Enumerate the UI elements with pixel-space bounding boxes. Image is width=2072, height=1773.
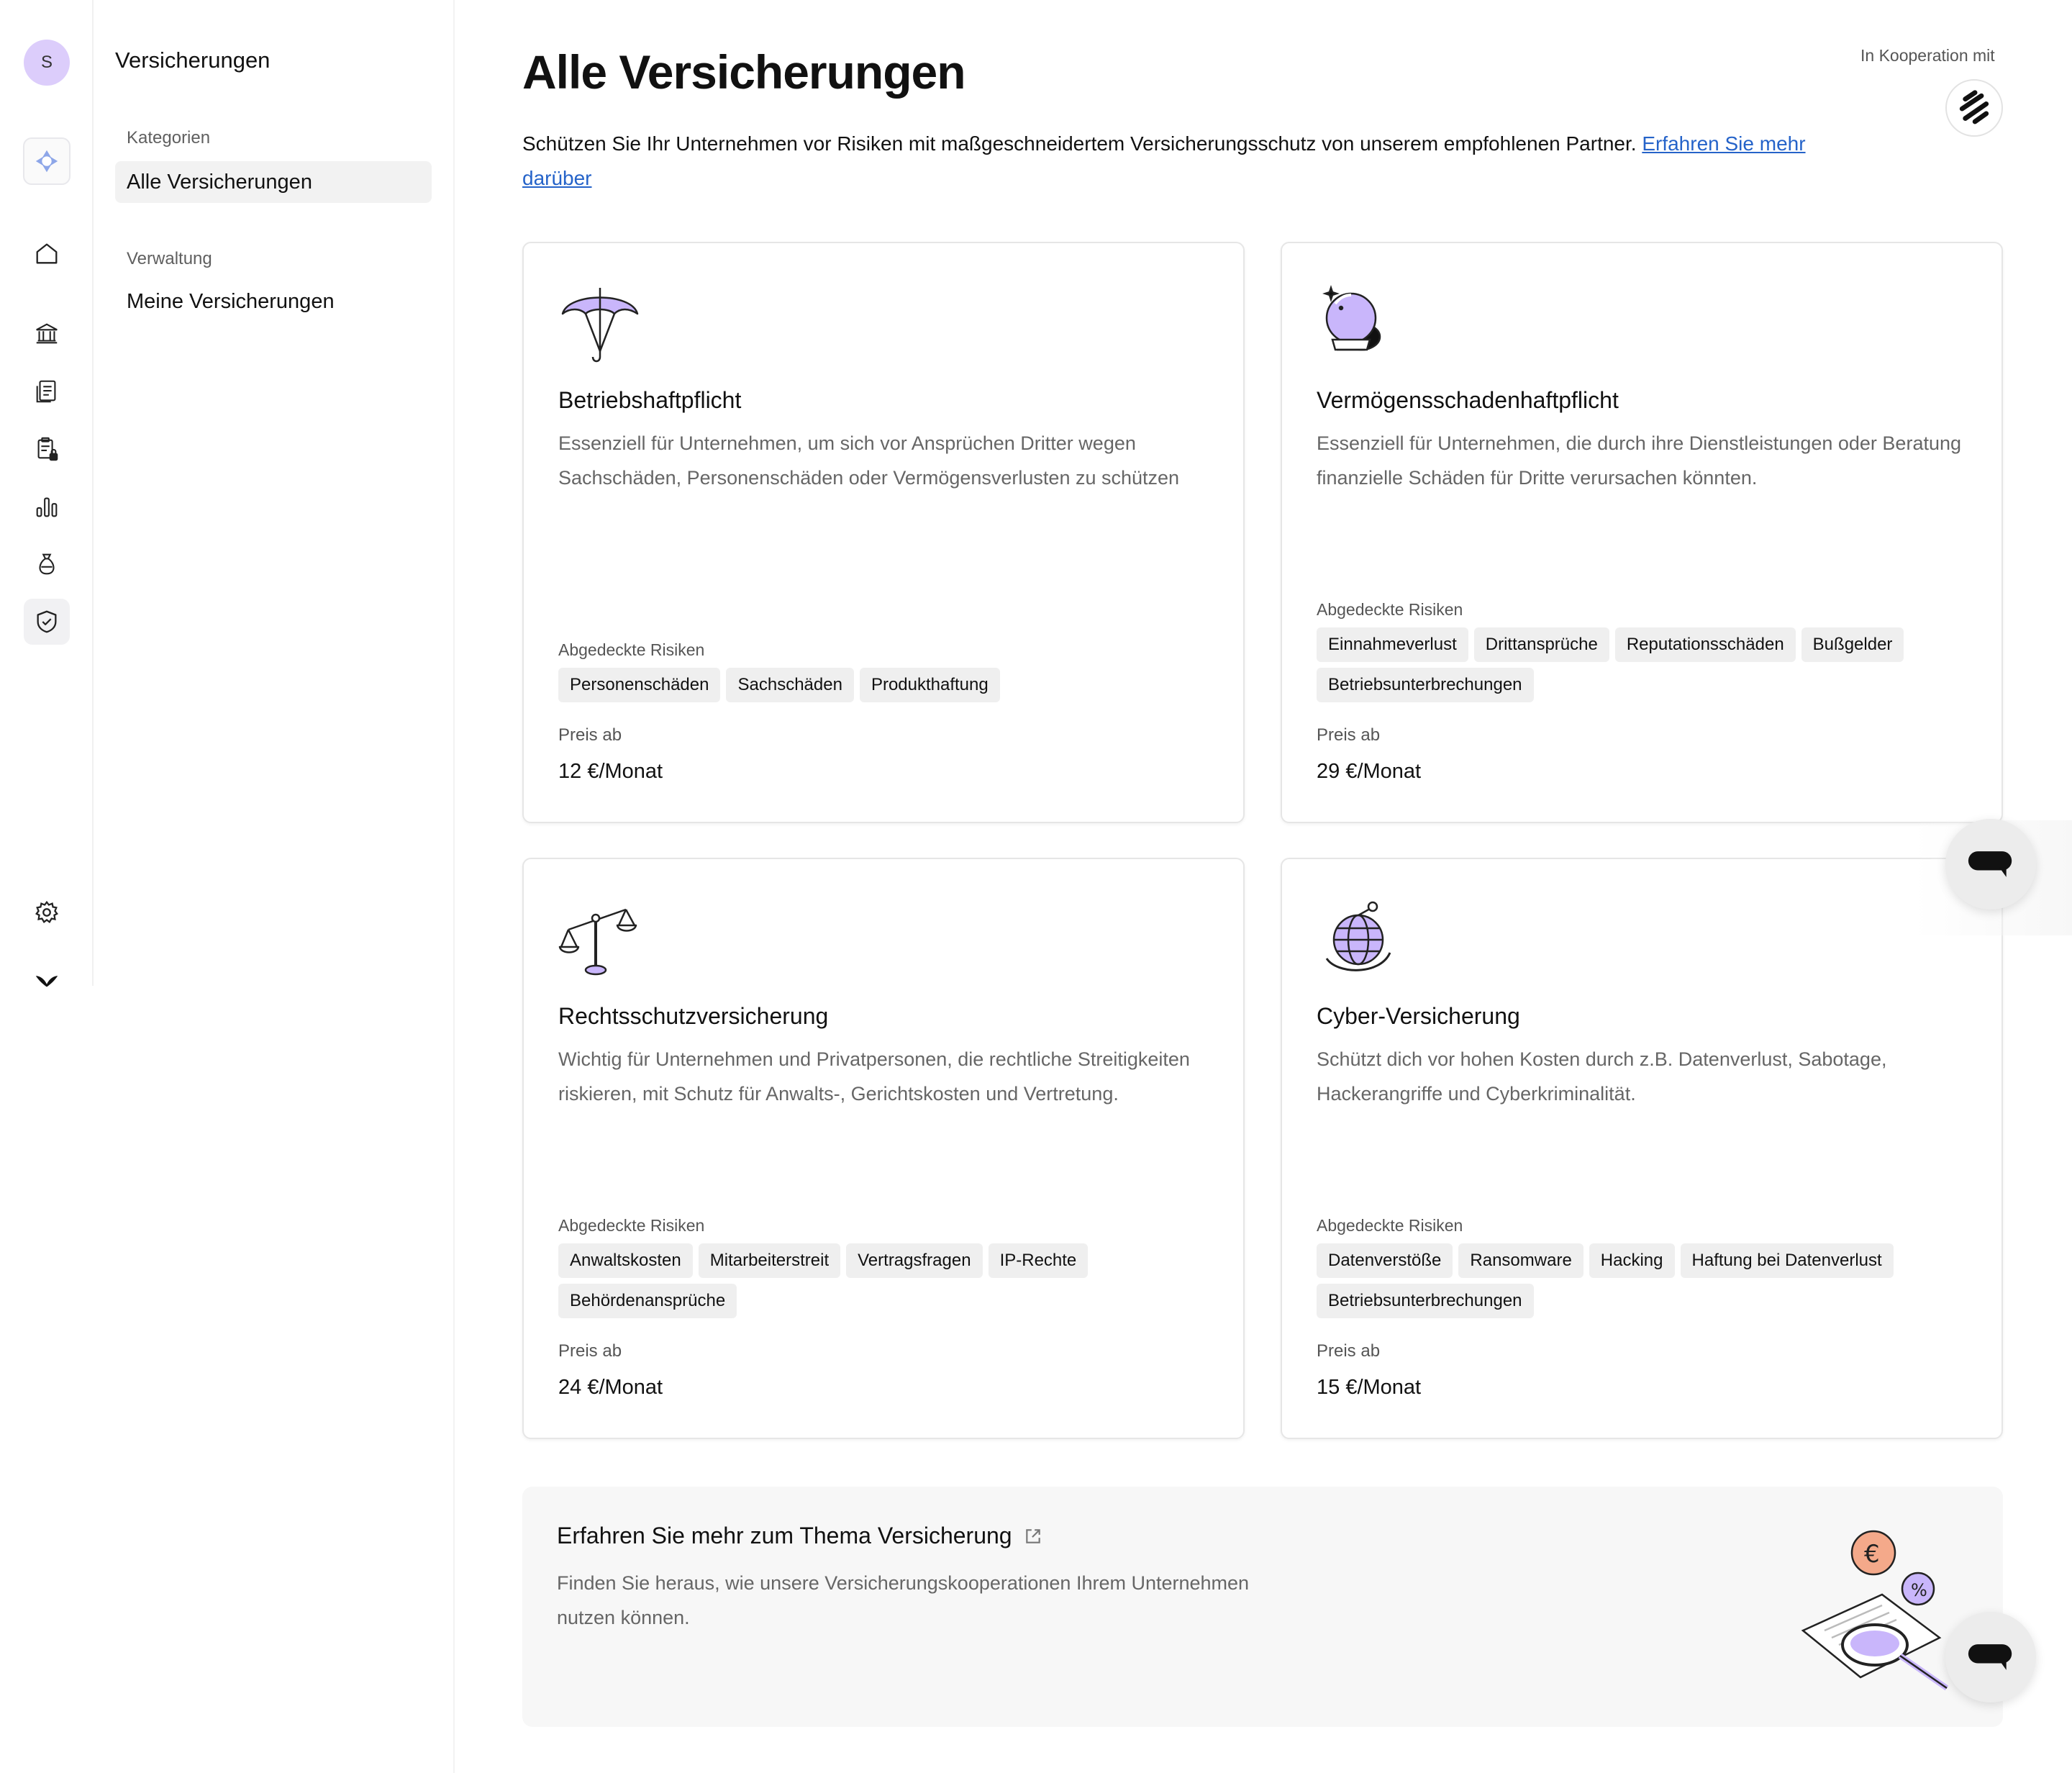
avatar[interactable]: S (24, 40, 70, 86)
risk-chip: Betriebsunterbrechungen (1317, 668, 1534, 702)
sidebar-section-verwaltung: Verwaltung (127, 249, 212, 268)
chat-button[interactable] (1945, 819, 2036, 910)
risk-chip: Produkthaftung (859, 668, 1000, 702)
icon-rail: S (0, 0, 94, 987)
price-value: 12 €/Monat (558, 760, 663, 783)
sidebar-item-meine-versicherungen[interactable]: Meine Versicherungen (115, 281, 432, 322)
home-icon[interactable] (24, 230, 70, 276)
chat-bubble-icon (1968, 1644, 2012, 1670)
bank-icon[interactable] (24, 311, 70, 357)
card-title: Betriebshaftpflicht (558, 387, 742, 413)
risk-chips: Datenverstöße Ransomware Hacking Haftung… (1317, 1243, 1964, 1318)
risk-chip: Behördenansprüche (558, 1284, 737, 1318)
card-description: Essenziell für Unternehmen, um sich vor … (558, 432, 1180, 489)
secondary-sidebar: Versicherungen Kategorien Alle Versicher… (95, 0, 455, 1773)
risk-chip: Haftung bei Datenverlust (1680, 1243, 1894, 1278)
scales-icon (557, 895, 643, 981)
risk-chip: Datenverstöße (1317, 1243, 1453, 1278)
risks-label: Abgedeckte Risiken (1317, 1216, 1463, 1235)
risk-chip: Mitarbeiterstreit (698, 1243, 841, 1278)
risk-chip: Vertragsfragen (846, 1243, 983, 1278)
sidebar-section-kategorien: Kategorien (127, 128, 211, 148)
learn-more-description: Finden Sie heraus, wie unsere Versicheru… (557, 1572, 1250, 1628)
price-value: 24 €/Monat (558, 1376, 663, 1399)
insurance-card-rechtsschutzversicherung[interactable]: Rechtsschutzversicherung Wichtig für Unt… (522, 858, 1245, 1439)
risks-label: Abgedeckte Risiken (558, 640, 705, 659)
risk-chip: Sachschäden (726, 668, 854, 702)
svg-text:%: % (1911, 1580, 1927, 1600)
cooperation-label: In Kooperation mit (1860, 46, 1995, 65)
price-value: 29 €/Monat (1317, 760, 1422, 783)
intro-text: Schützen Sie Ihr Unternehmen vor Risiken… (522, 132, 1806, 189)
risk-chip: Reputationsschäden (1614, 627, 1796, 662)
money-bag-icon[interactable] (24, 541, 70, 587)
insurance-card-betriebshaftpflicht[interactable]: Betriebshaftpflicht Essenziell für Unter… (522, 242, 1245, 823)
svg-text:€: € (1864, 1540, 1880, 1569)
card-title: Vermögensschadenhaftpflicht (1317, 387, 1619, 413)
page-title: Alle Versicherungen (522, 45, 966, 99)
brand-bird-icon (24, 957, 70, 1003)
card-title: Cyber-Versicherung (1317, 1003, 1520, 1029)
partner-logo-icon[interactable] (1945, 79, 2003, 137)
bar-chart-icon[interactable] (24, 484, 70, 530)
insurance-card-vermoegensschadenhaftpflicht[interactable]: Vermögensschadenhaftpflicht Essenziell f… (1281, 242, 2003, 823)
clipboard-lock-icon[interactable] (24, 426, 70, 472)
price-label: Preis ab (558, 1341, 622, 1361)
risk-chip: Drittansprüche (1473, 627, 1609, 662)
insurance-card-cyber-versicherung[interactable]: Cyber-Versicherung Schützt dich vor hohe… (1281, 858, 2003, 1439)
risk-chips: Personenschäden Sachschäden Produkthaftu… (558, 668, 1206, 702)
risks-label: Abgedeckte Risiken (558, 1216, 705, 1235)
risk-chips: Einnahmeverlust Drittansprüche Reputatio… (1317, 627, 1964, 702)
sidebar-title: Versicherungen (115, 47, 271, 73)
card-description: Essenziell für Unternehmen, die durch ih… (1317, 432, 1962, 489)
gear-icon[interactable] (24, 889, 70, 935)
price-value: 15 €/Monat (1317, 1376, 1422, 1399)
chat-button-secondary[interactable] (1945, 1612, 2036, 1702)
risk-chip: Bußgelder (1801, 627, 1904, 662)
shield-check-icon[interactable] (24, 599, 70, 645)
risk-chip: Hacking (1589, 1243, 1675, 1278)
risk-chip: IP-Rechte (988, 1243, 1089, 1278)
risk-chip: Anwaltskosten (558, 1243, 693, 1278)
document-list-icon[interactable] (24, 368, 70, 414)
price-label: Preis ab (1317, 1341, 1381, 1361)
risk-chip: Betriebsunterbrechungen (1317, 1284, 1534, 1318)
globe-icon (1315, 895, 1401, 981)
price-label: Preis ab (1317, 725, 1381, 745)
chat-bubble-icon (1968, 851, 2012, 877)
card-description: Wichtig für Unternehmen und Privatperson… (558, 1048, 1190, 1105)
crystal-ball-icon (1315, 279, 1401, 366)
risks-label: Abgedeckte Risiken (1317, 600, 1463, 619)
price-label: Preis ab (558, 725, 622, 745)
learn-more-title[interactable]: Erfahren Sie mehr zum Thema Versicherung (557, 1523, 1042, 1549)
external-link-icon (1025, 1528, 1040, 1543)
risk-chip: Ransomware (1458, 1243, 1583, 1278)
app-logo-icon[interactable] (23, 137, 71, 185)
umbrella-icon (557, 279, 643, 366)
card-title: Rechtsschutzversicherung (558, 1003, 829, 1029)
learn-more-banner[interactable]: Erfahren Sie mehr zum Thema Versicherung… (522, 1487, 2003, 1727)
card-description: Schützt dich vor hohen Kosten durch z.B.… (1317, 1048, 1887, 1105)
risk-chip: Personenschäden (558, 668, 721, 702)
risk-chip: Einnahmeverlust (1317, 627, 1468, 662)
risk-chips: Anwaltskosten Mitarbeiterstreit Vertrags… (558, 1243, 1206, 1318)
sidebar-item-alle-versicherungen[interactable]: Alle Versicherungen (115, 161, 432, 203)
